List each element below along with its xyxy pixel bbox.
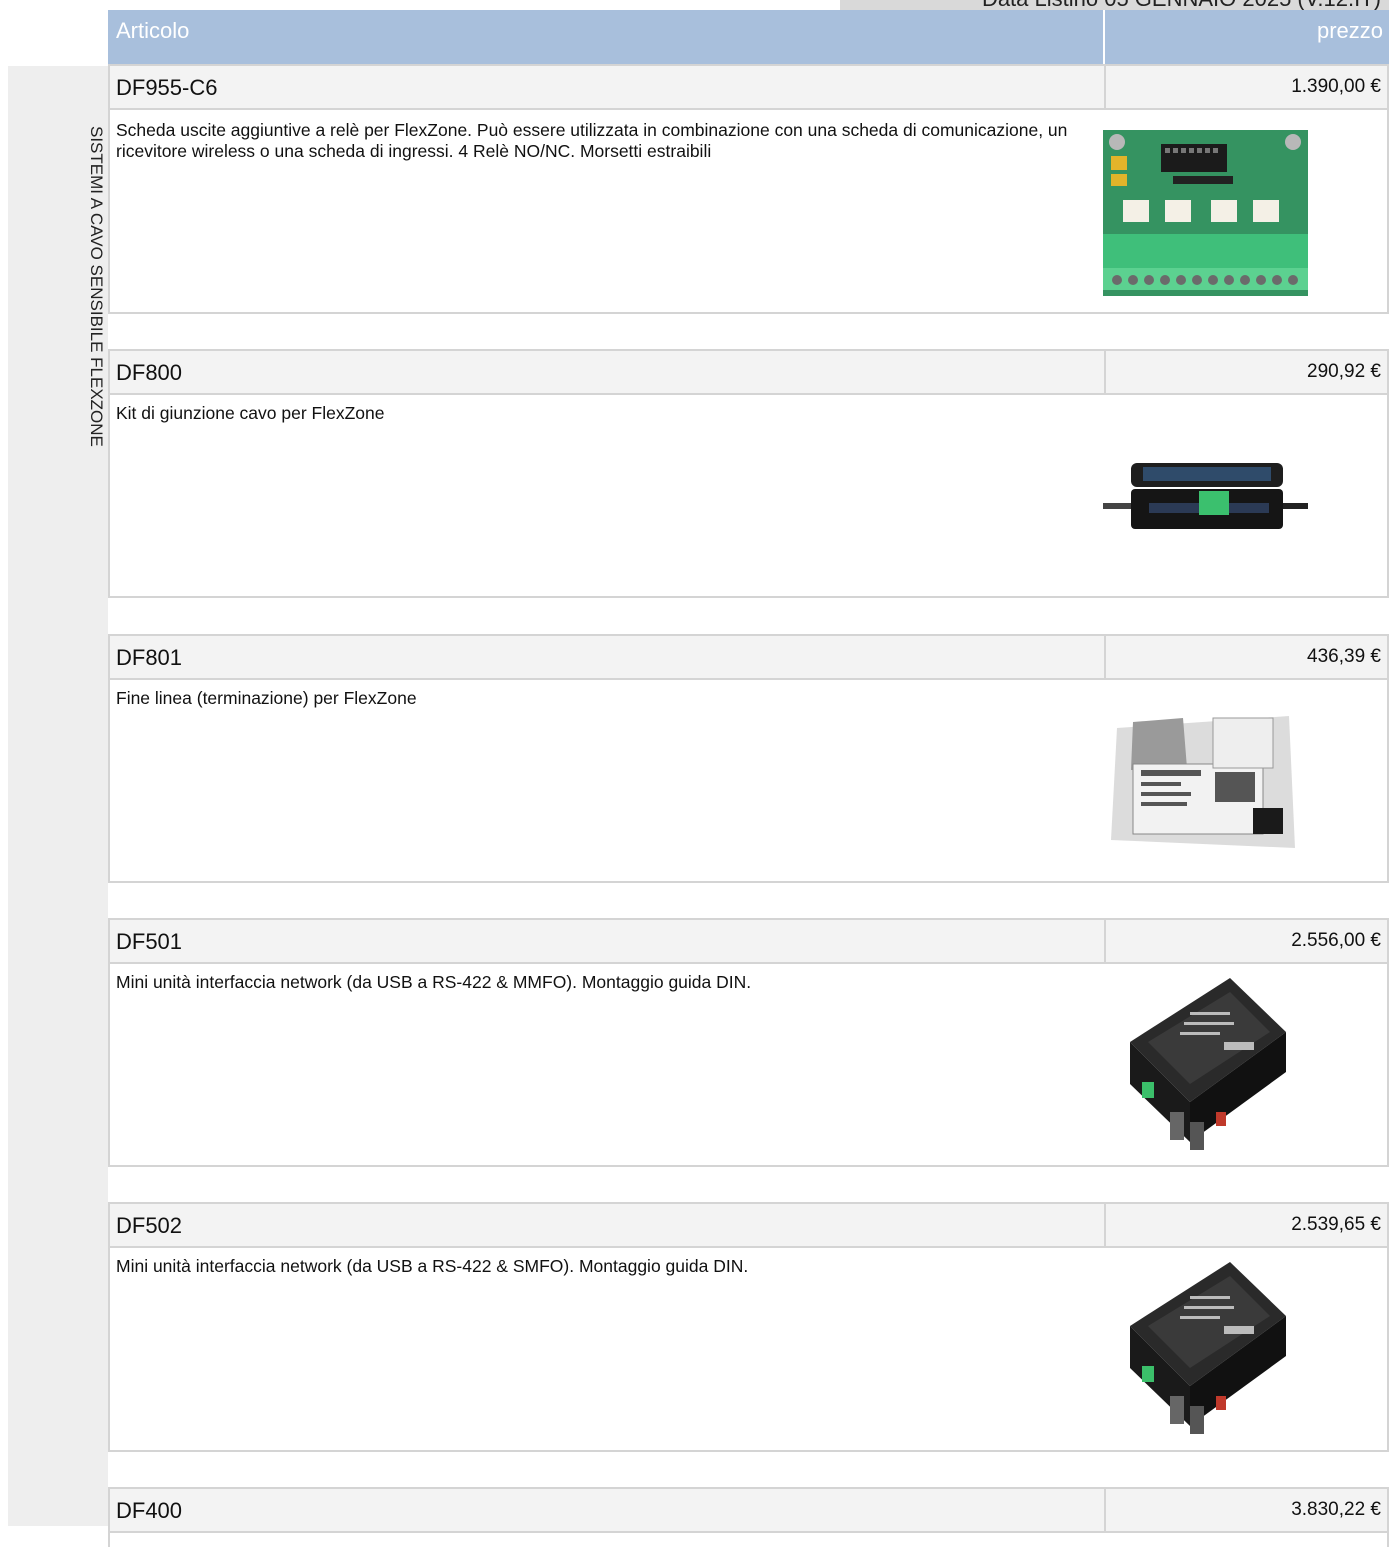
product-row-header: DF502 2.539,65 € bbox=[110, 1204, 1387, 1248]
product-price: 436,39 € bbox=[1307, 646, 1381, 667]
cable-splice-kit-image bbox=[1103, 459, 1308, 543]
relay-board-image bbox=[1103, 130, 1308, 296]
column-divider bbox=[1104, 1489, 1106, 1531]
product-row-header: DF955-C6 1.390,00 € bbox=[110, 66, 1387, 110]
product-row: DF801 436,39 € Fine linea (terminazione)… bbox=[108, 634, 1389, 883]
product-row-header: DF800 290,92 € bbox=[110, 351, 1387, 395]
product-row-header: DF801 436,39 € bbox=[110, 636, 1387, 680]
product-code: DF400 bbox=[116, 1498, 183, 1523]
product-price: 1.390,00 € bbox=[1291, 76, 1381, 97]
product-description: Mini unità interfaccia network (da USB a… bbox=[116, 1256, 749, 1276]
table-header: Articolo prezzo bbox=[108, 10, 1389, 64]
product-row: DF400 3.830,22 € bbox=[108, 1487, 1389, 1547]
product-row-header: DF501 2.556,00 € bbox=[110, 920, 1387, 964]
product-description: Scheda uscite aggiuntive a relè per Flex… bbox=[116, 120, 1068, 161]
product-row: DF955-C6 1.390,00 € Scheda uscite aggiun… bbox=[108, 64, 1389, 314]
product-row: DF800 290,92 € Kit di giunzione cavo per… bbox=[108, 349, 1389, 598]
product-price: 3.830,22 € bbox=[1291, 1499, 1381, 1520]
product-code: DF955-C6 bbox=[116, 75, 218, 100]
column-divider bbox=[1104, 636, 1106, 678]
header-divider bbox=[1103, 10, 1105, 64]
column-divider bbox=[1104, 920, 1106, 962]
product-price: 290,92 € bbox=[1307, 361, 1381, 382]
product-description: Fine linea (terminazione) per FlexZone bbox=[116, 688, 417, 708]
product-price: 2.539,65 € bbox=[1291, 1214, 1381, 1235]
usb-fiber-converter-image bbox=[1120, 972, 1290, 1162]
product-code: DF502 bbox=[116, 1213, 183, 1238]
product-code: DF801 bbox=[116, 645, 183, 670]
termination-kit-image bbox=[1103, 708, 1303, 858]
product-price: 2.556,00 € bbox=[1291, 930, 1381, 951]
product-code: DF800 bbox=[116, 360, 183, 385]
column-header-article: Articolo bbox=[116, 18, 190, 43]
column-header-price: prezzo bbox=[1316, 18, 1383, 43]
column-divider bbox=[1104, 351, 1106, 393]
product-row: DF501 2.556,00 € Mini unità interfaccia … bbox=[108, 918, 1389, 1167]
usb-fiber-converter-image bbox=[1120, 1256, 1290, 1446]
category-label: SISTEMI A CAVO SENSIBILE FLEXZONE bbox=[87, 126, 106, 447]
column-divider bbox=[1104, 66, 1106, 108]
product-row-header: DF400 3.830,22 € bbox=[110, 1489, 1387, 1533]
product-code: DF501 bbox=[116, 929, 183, 954]
product-row: DF502 2.539,65 € Mini unità interfaccia … bbox=[108, 1202, 1389, 1452]
product-description: Mini unità interfaccia network (da USB a… bbox=[116, 972, 752, 992]
product-description: Kit di giunzione cavo per FlexZone bbox=[116, 403, 385, 423]
column-divider bbox=[1104, 1204, 1106, 1246]
